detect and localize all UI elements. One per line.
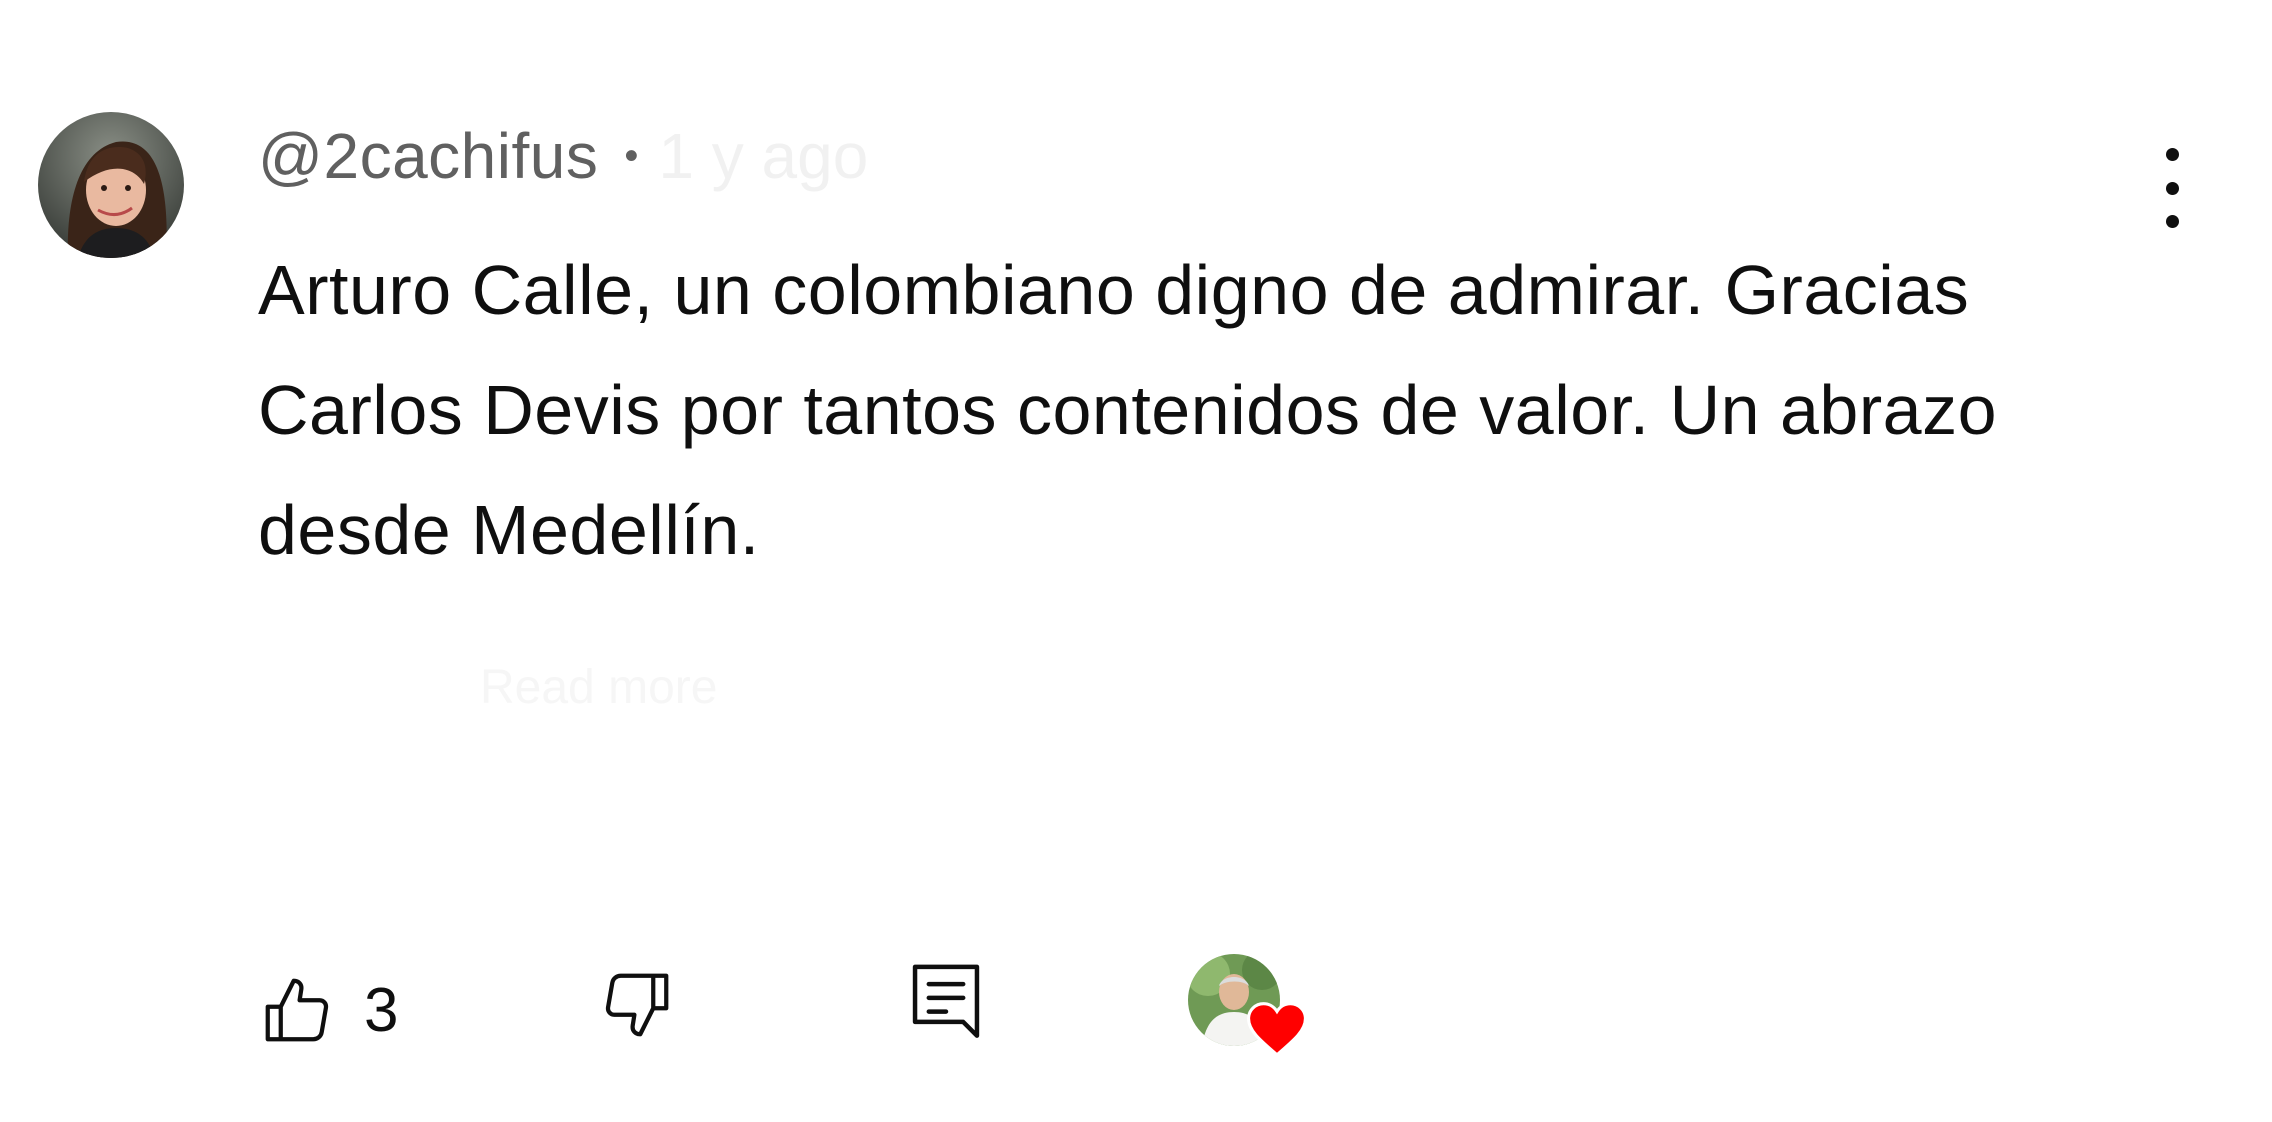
comment-thread: @2cachifus • 1 y ago Arturo Calle, un co…: [0, 0, 2272, 1122]
thumbs-up-icon: [265, 978, 329, 1042]
menu-dot: [2165, 215, 2179, 228]
header-separator: •: [624, 133, 639, 178]
like-count: 3: [364, 975, 399, 1045]
comment-reply-icon: [912, 964, 980, 1038]
thumbs-down-icon: [605, 973, 669, 1037]
dislike-button[interactable]: [598, 966, 676, 1049]
menu-dot: [2165, 181, 2179, 195]
comment-text: Arturo Calle, un colombiano digno de adm…: [258, 251, 1998, 569]
heart-icon: [1247, 1002, 1307, 1057]
comment-header: @2cachifus • 1 y ago: [258, 116, 868, 196]
faint-overlay-text: Read more: [480, 661, 718, 714]
like-button[interactable]: 3: [258, 950, 398, 1070]
menu-dot: [2165, 148, 2179, 161]
user-avatar-image: [38, 112, 184, 258]
comment-author[interactable]: @2cachifus: [258, 119, 598, 193]
user-avatar[interactable]: [38, 112, 184, 258]
reply-button[interactable]: [908, 960, 984, 1051]
comment-timestamp[interactable]: 1 y ago: [658, 119, 868, 193]
creator-heart-badge: [1188, 950, 1328, 1070]
comment-actions: 3: [258, 950, 1458, 1070]
more-vertical-icon[interactable]: [2140, 140, 2204, 236]
